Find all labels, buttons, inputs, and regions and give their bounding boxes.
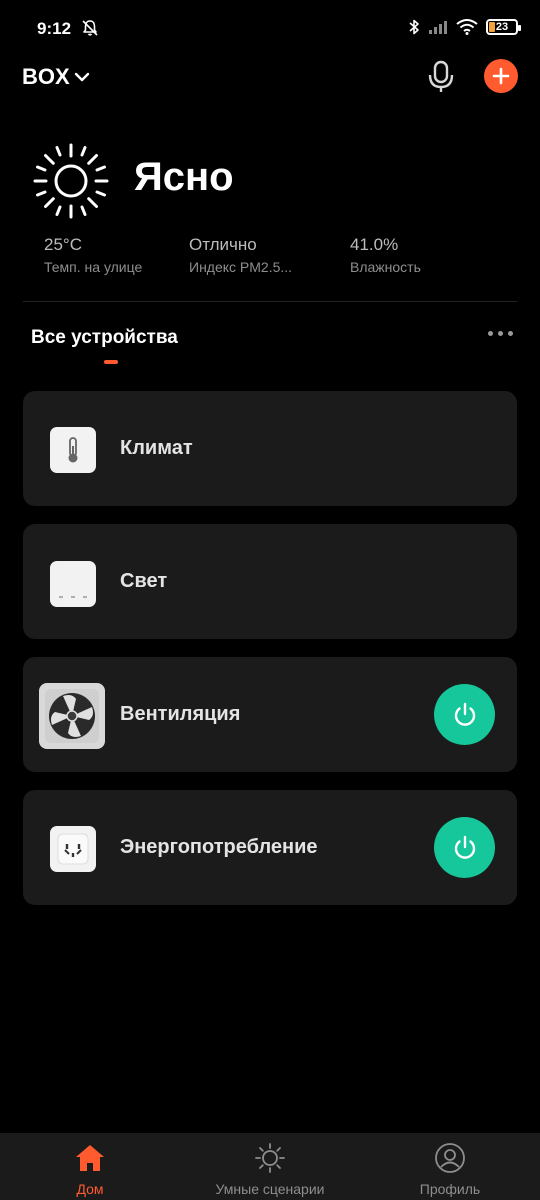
chevron-down-icon bbox=[74, 72, 89, 82]
microphone-icon[interactable] bbox=[426, 60, 456, 94]
home-icon bbox=[74, 1142, 106, 1174]
nav-profile-label: Профиль bbox=[419, 1181, 481, 1197]
outdoor-temp-label: Темп. на улице bbox=[44, 259, 143, 275]
nav-profile[interactable]: Профиль bbox=[405, 1133, 495, 1200]
divider bbox=[23, 301, 517, 302]
bluetooth-icon bbox=[409, 19, 419, 35]
tab-active-indicator bbox=[104, 360, 118, 364]
device-card-light[interactable]: Свет bbox=[23, 524, 517, 639]
weather-condition: Ясно bbox=[134, 155, 234, 199]
battery-level: 23 bbox=[495, 21, 509, 33]
power-button[interactable] bbox=[434, 684, 495, 745]
home-selector[interactable]: BOX bbox=[22, 64, 90, 90]
device-card-energy[interactable]: Энергопотребление bbox=[23, 790, 517, 905]
power-button[interactable] bbox=[434, 817, 495, 878]
home-name: BOX bbox=[22, 64, 70, 89]
more-icon[interactable] bbox=[488, 331, 513, 336]
battery-icon: 23 bbox=[486, 19, 521, 35]
bottom-navigation: Дом Умные сценарии Профиль bbox=[0, 1133, 540, 1200]
fan-icon bbox=[39, 683, 105, 749]
nav-home-label: Дом bbox=[76, 1181, 104, 1197]
nav-home[interactable]: Дом bbox=[60, 1133, 120, 1200]
thermometer-icon bbox=[50, 427, 96, 473]
sun-icon bbox=[33, 143, 109, 219]
light-switch-icon bbox=[50, 561, 96, 607]
device-label: Климат bbox=[120, 437, 193, 459]
nav-smart-scenes-label: Умные сценарии bbox=[215, 1181, 325, 1197]
nav-smart-scenes[interactable]: Умные сценарии bbox=[200, 1133, 340, 1200]
wifi-icon bbox=[456, 19, 478, 35]
pm25-value: Отлично bbox=[189, 235, 257, 254]
pm25-label: Индекс PM2.5... bbox=[189, 259, 293, 275]
sun-outline-icon bbox=[254, 1142, 286, 1174]
tab-all-devices[interactable]: Все устройства bbox=[31, 327, 178, 349]
status-time: 9:12 bbox=[37, 19, 72, 38]
device-label: Энергопотребление bbox=[120, 836, 318, 858]
humidity-label: Влажность bbox=[350, 259, 421, 275]
outdoor-temp-value: 25°C bbox=[44, 235, 82, 254]
power-socket-icon bbox=[50, 826, 96, 872]
device-card-climate[interactable]: Климат bbox=[23, 391, 517, 506]
muted-bell-icon bbox=[82, 20, 98, 36]
profile-icon bbox=[434, 1142, 466, 1174]
signal-icon bbox=[429, 21, 447, 34]
device-card-ventilation[interactable]: Вентиляция bbox=[23, 657, 517, 772]
device-label: Свет bbox=[120, 570, 168, 592]
power-icon bbox=[454, 702, 475, 726]
add-button[interactable] bbox=[484, 59, 518, 93]
status-icons: 23 bbox=[408, 18, 521, 36]
add-icon bbox=[492, 67, 510, 85]
humidity-value: 41.0% bbox=[350, 235, 399, 254]
device-label: Вентиляция bbox=[120, 703, 241, 725]
power-icon bbox=[454, 835, 475, 859]
